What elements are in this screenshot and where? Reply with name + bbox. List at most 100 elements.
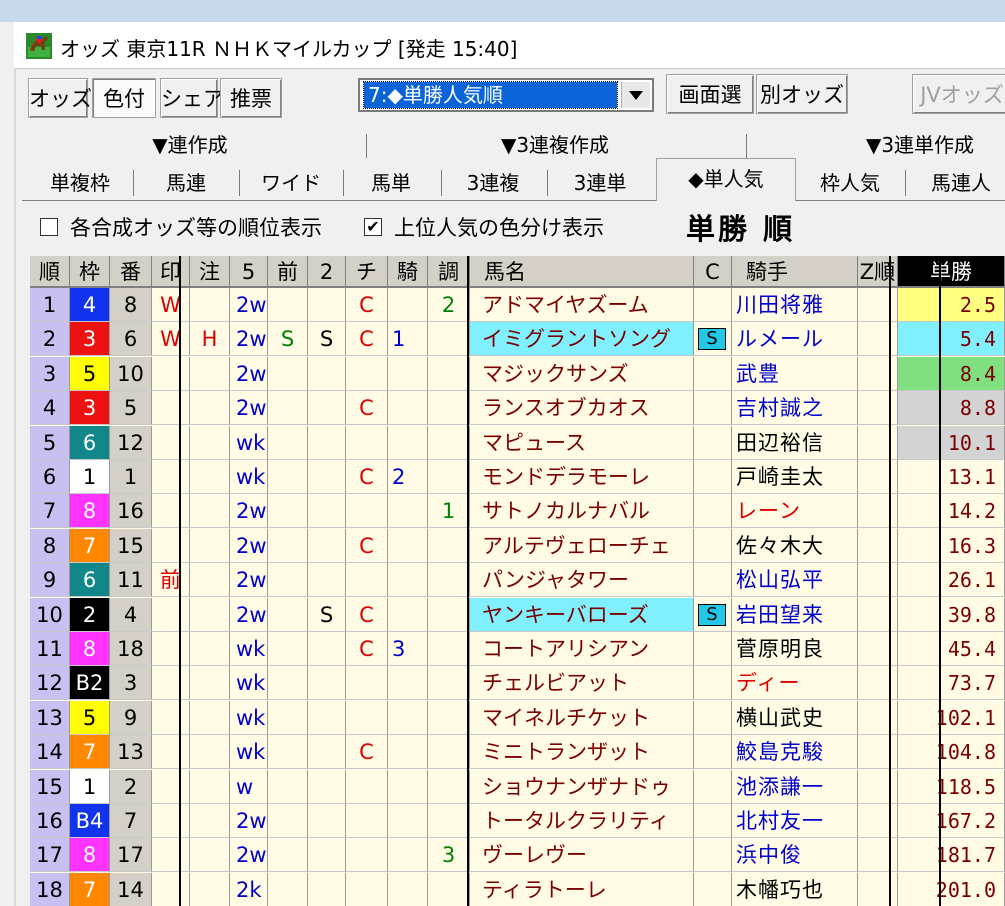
jv-odds-button[interactable]: JVオッズ bbox=[912, 74, 1005, 114]
cell-chi: C bbox=[346, 735, 388, 770]
tab-waku-ninki[interactable]: 枠人気 bbox=[798, 166, 902, 200]
column-header-num[interactable]: 番 bbox=[110, 256, 152, 288]
cell-zrank bbox=[858, 460, 898, 494]
tab-wide[interactable]: ワイド bbox=[242, 166, 340, 200]
table-row[interactable]: 4 3 5 2w C ランスオブカオス 吉村誠之 8.8 bbox=[30, 391, 1005, 426]
cell-rank: 18 bbox=[30, 872, 70, 906]
screen-select-button[interactable]: 画面選 bbox=[666, 74, 754, 114]
color-top-checkbox[interactable]: ✔ bbox=[364, 218, 382, 236]
column-header-waku[interactable]: 枠 bbox=[70, 256, 110, 288]
column-header-two[interactable]: 2 bbox=[308, 256, 346, 288]
cell-two: S bbox=[308, 322, 346, 357]
cell-name: サトノカルナバル bbox=[470, 494, 694, 529]
table-row[interactable]: 7 8 16 2w 1 サトノカルナバル レーン 14.2 bbox=[30, 494, 1005, 529]
cell-mae bbox=[268, 769, 308, 804]
cell-two bbox=[308, 632, 346, 666]
cell-name: ミニトランザット bbox=[470, 735, 694, 770]
show-rank-label[interactable]: 各合成オッズ等の順位表示 bbox=[70, 212, 322, 242]
cell-mark: W bbox=[152, 288, 190, 322]
cell-zrank bbox=[858, 425, 898, 460]
table-row[interactable]: 11 8 18 wk C 3 コートアリシアン 菅原明良 45.4 bbox=[30, 632, 1005, 666]
cell-name: モンドデラモーレ bbox=[470, 460, 694, 494]
recommend-button[interactable]: 推票 bbox=[220, 78, 282, 118]
column-header-five[interactable]: 5 bbox=[230, 256, 268, 288]
s-badge: S bbox=[698, 603, 726, 626]
s-badge: S bbox=[698, 328, 726, 351]
cell-note bbox=[190, 494, 230, 529]
cell-c bbox=[694, 700, 732, 735]
tab-umaren-ninki[interactable]: 馬連人 bbox=[906, 166, 1005, 200]
group-sanrentan-create[interactable]: ▼3連単作成 bbox=[820, 132, 1005, 158]
cell-cho bbox=[428, 460, 470, 494]
column-header-chi[interactable]: チ bbox=[346, 256, 388, 288]
chevron-down-icon[interactable] bbox=[621, 82, 650, 108]
cell-waku: 4 bbox=[70, 288, 110, 322]
cell-ki bbox=[388, 838, 428, 873]
cell-ki bbox=[388, 528, 428, 563]
table-row[interactable]: 1 4 8 W 2w C 2 アドマイヤズーム 川田将雅 2.5 bbox=[30, 288, 1005, 322]
column-header-note[interactable]: 注 bbox=[190, 256, 230, 288]
column-header-rank[interactable]: 順 bbox=[30, 256, 70, 288]
column-header-ki[interactable]: 騎 bbox=[388, 256, 428, 288]
cell-ki bbox=[388, 356, 428, 391]
tab-sanrentan[interactable]: 3連単 bbox=[548, 166, 652, 200]
cell-mae bbox=[268, 838, 308, 873]
cell-name: コートアリシアン bbox=[470, 632, 694, 666]
tab-umatan[interactable]: 馬単 bbox=[344, 166, 438, 200]
color-button[interactable]: 色付 bbox=[92, 78, 156, 118]
group-ren-create[interactable]: ▼連作成 bbox=[40, 132, 340, 158]
cell-num: 3 bbox=[110, 666, 152, 701]
tab-tan-ninki[interactable]: ◆単人気 bbox=[656, 158, 796, 201]
tab-sanrenpuku[interactable]: 3連複 bbox=[442, 166, 544, 200]
table-row[interactable]: 8 7 15 2w C アルテヴェローチェ 佐々木大 16.3 bbox=[30, 528, 1005, 563]
group-sanrenpuku-create[interactable]: ▼3連複作成 bbox=[400, 132, 710, 158]
cell-five: wk bbox=[230, 700, 268, 735]
cell-waku: 3 bbox=[70, 391, 110, 426]
share-button[interactable]: シェア bbox=[160, 78, 224, 118]
table-row[interactable]: 5 6 12 wk マピュース 田辺裕信 10.1 bbox=[30, 425, 1005, 460]
table-row[interactable]: 6 1 1 wk C 2 モンドデラモーレ 戸崎圭太 13.1 bbox=[30, 460, 1005, 494]
cell-jockey: 北村友一 bbox=[732, 804, 858, 838]
table-row[interactable]: 15 1 2 w ショウナンザナドゥ 池添謙一 118.5 bbox=[30, 769, 1005, 804]
cell-c bbox=[694, 494, 732, 529]
cell-mae bbox=[268, 735, 308, 770]
table-row[interactable]: 12 B2 3 wk チェルビアット ディー 73.7 bbox=[30, 666, 1005, 701]
table-row[interactable]: 16 B4 7 2w トータルクラリティ 北村友一 167.2 bbox=[30, 804, 1005, 838]
table-row[interactable]: 2 3 6 W H 2w S S C 1 イミグラントソング S ルメール 5.4 bbox=[30, 322, 1005, 357]
cell-waku: B2 bbox=[70, 666, 110, 701]
cell-c: S bbox=[694, 322, 732, 357]
tab-umaren[interactable]: 馬連 bbox=[136, 166, 236, 200]
table-row[interactable]: 3 5 10 2w マジックサンズ 武豊 8.4 bbox=[30, 356, 1005, 391]
column-header-c[interactable]: C bbox=[694, 256, 732, 288]
table-row[interactable]: 18 7 14 2k ティラトーレ 木幡巧也 201.0 bbox=[30, 872, 1005, 906]
cell-odds: 26.1 bbox=[898, 563, 1005, 598]
column-header-name[interactable]: 馬名 bbox=[470, 256, 694, 288]
other-odds-button[interactable]: 別オッズ bbox=[756, 74, 848, 114]
cell-two bbox=[308, 494, 346, 529]
show-rank-checkbox[interactable] bbox=[40, 218, 58, 236]
cell-mae bbox=[268, 872, 308, 906]
odds-button[interactable]: オッズ bbox=[28, 78, 92, 118]
table-row[interactable]: 17 8 17 2w 3 ヴーレヴー 浜中俊 181.7 bbox=[30, 838, 1005, 873]
column-header-zrank[interactable]: Z順 bbox=[858, 256, 898, 288]
column-header-jockey[interactable]: 騎手 bbox=[732, 256, 858, 288]
column-header-cho[interactable]: 調 bbox=[428, 256, 470, 288]
cell-note bbox=[190, 528, 230, 563]
tab-tanpuku-waku[interactable]: 単複枠 bbox=[30, 166, 130, 200]
column-header-odds[interactable]: 単勝 bbox=[898, 256, 1005, 288]
cell-jockey: 岩田望来 bbox=[732, 597, 858, 632]
color-top-label[interactable]: 上位人気の色分け表示 bbox=[394, 212, 604, 242]
cell-c bbox=[694, 460, 732, 494]
view-select[interactable]: 7:◆単勝人気順 bbox=[358, 78, 654, 112]
table-row[interactable]: 13 5 9 wk マイネルチケット 横山武史 102.1 bbox=[30, 700, 1005, 735]
table-row[interactable]: 10 2 4 2w S C ヤンキーバローズ S 岩田望来 39.8 bbox=[30, 597, 1005, 632]
table-row[interactable]: 9 6 11 前 2w パンジャタワー 松山弘平 26.1 bbox=[30, 563, 1005, 598]
cell-num: 6 bbox=[110, 322, 152, 357]
column-header-mae[interactable]: 前 bbox=[268, 256, 308, 288]
cell-rank: 16 bbox=[30, 804, 70, 838]
odds-window: オッズ 東京11R ＮＨＫマイルカップ [発走 15:40] オッズ 色付 シェア推… bbox=[0, 0, 1005, 906]
column-header-mark[interactable]: 印 bbox=[152, 256, 190, 288]
cell-mark bbox=[152, 460, 190, 494]
cell-ki bbox=[388, 872, 428, 906]
table-row[interactable]: 14 7 13 wk C ミニトランザット 鮫島克駿 104.8 bbox=[30, 735, 1005, 770]
